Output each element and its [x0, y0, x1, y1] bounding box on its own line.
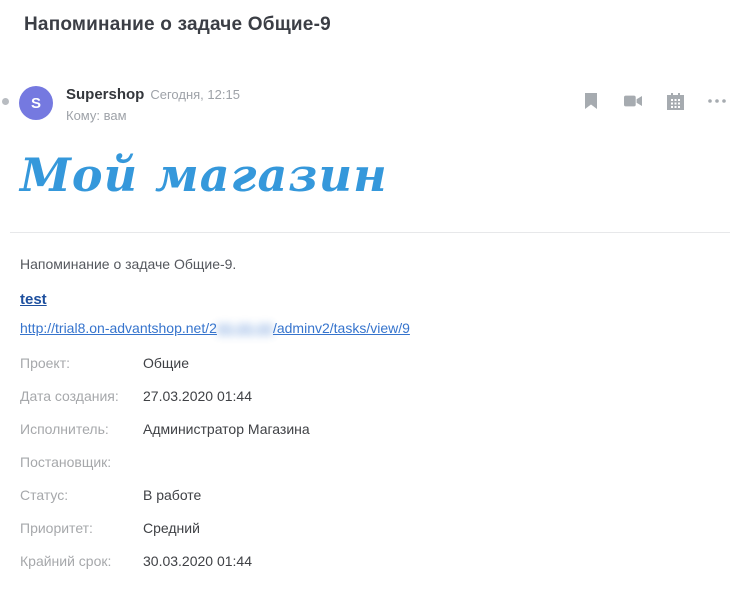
field-label: Крайний срок:: [20, 553, 143, 569]
email-body-text: Напоминание о задаче Общие-9.: [20, 256, 236, 272]
field-label: Статус:: [20, 487, 143, 503]
bookmark-icon[interactable]: [582, 92, 600, 110]
task-url-prefix: http://trial8.on-advantshop.net/2: [20, 320, 217, 336]
task-title-link[interactable]: test: [20, 291, 47, 308]
recipient-line: Кому: вам: [66, 108, 127, 123]
field-row-status: Статус: В работе: [20, 478, 580, 511]
field-row-reporter: Постановщик:: [20, 445, 580, 478]
field-label: Исполнитель:: [20, 421, 143, 437]
field-value: В работе: [143, 487, 201, 503]
field-label: Приоритет:: [20, 520, 143, 536]
field-label: Дата создания:: [20, 388, 143, 404]
field-value: Общие: [143, 355, 189, 371]
field-row-assignee: Исполнитель: Администратор Магазина: [20, 412, 580, 445]
unread-dot: [2, 98, 9, 105]
sent-time: Сегодня, 12:15: [150, 87, 240, 102]
field-label: Проект:: [20, 355, 143, 371]
sender-avatar[interactable]: S: [19, 86, 53, 120]
email-subject: Напоминание о задаче Общие-9: [24, 14, 331, 36]
sender-line: Supershop Сегодня, 12:15: [66, 86, 240, 104]
message-toolbar: [582, 92, 726, 110]
field-row-project: Проект: Общие: [20, 346, 580, 379]
more-options-icon[interactable]: [708, 92, 726, 110]
field-value: Средний: [143, 520, 200, 536]
task-url-masked-segment: 00-00-00: [217, 320, 273, 336]
sender-name[interactable]: Supershop: [66, 86, 144, 103]
field-row-priority: Приоритет: Средний: [20, 511, 580, 544]
field-value: 30.03.2020 01:44: [143, 553, 252, 569]
shop-logo-heading: Мой магазин: [20, 148, 388, 202]
task-fields-table: Проект: Общие Дата создания: 27.03.2020 …: [20, 346, 580, 577]
field-label: Постановщик:: [20, 454, 143, 470]
email-view: Напоминание о задаче Общие-9 S Supershop…: [0, 0, 740, 609]
field-row-created: Дата создания: 27.03.2020 01:44: [20, 379, 580, 412]
avatar-letter: S: [31, 95, 41, 112]
field-value: 27.03.2020 01:44: [143, 388, 252, 404]
task-url-suffix: /adminv2/tasks/view/9: [273, 320, 410, 336]
content-divider: [10, 232, 730, 233]
video-call-icon[interactable]: [624, 92, 642, 110]
calendar-icon[interactable]: [666, 92, 684, 110]
task-url-link[interactable]: http://trial8.on-advantshop.net/200-00-0…: [20, 320, 410, 336]
field-value: Администратор Магазина: [143, 421, 310, 437]
field-row-deadline: Крайний срок: 30.03.2020 01:44: [20, 544, 580, 577]
